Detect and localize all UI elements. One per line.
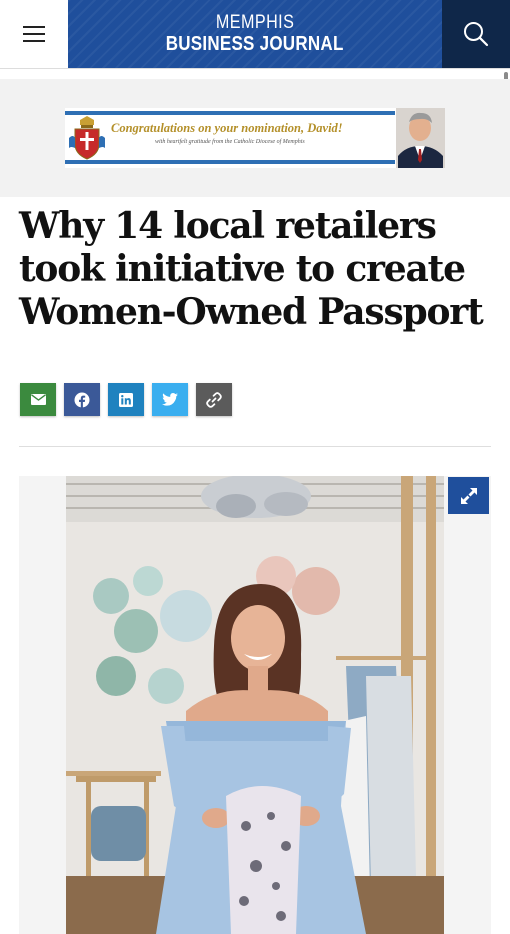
lead-image-container <box>19 476 491 934</box>
twitter-icon <box>162 393 178 406</box>
logo-line-business-journal: BUSINESS JOURNAL <box>166 33 344 55</box>
site-header: MEMPHIS BUSINESS JOURNAL <box>0 0 510 69</box>
ad-banner[interactable]: Congratulations on your nomination, Davi… <box>65 108 445 168</box>
ad-headline: Congratulations on your nomination, Davi… <box>111 121 343 135</box>
facebook-icon <box>74 392 90 408</box>
ad-container: Congratulations on your nomination, Davi… <box>0 79 510 197</box>
content-divider <box>19 446 491 447</box>
ad-subline: with heartfelt gratitude from the Cathol… <box>155 139 305 145</box>
menu-button[interactable] <box>0 0 68 68</box>
expand-image-button[interactable] <box>448 477 489 514</box>
lead-photo-image[interactable] <box>66 476 444 934</box>
share-facebook-button[interactable] <box>64 383 100 416</box>
share-twitter-button[interactable] <box>152 383 188 416</box>
site-logo[interactable]: MEMPHIS BUSINESS JOURNAL <box>68 0 442 68</box>
diocese-seal-icon <box>69 116 105 160</box>
expand-icon <box>460 487 477 504</box>
article-title: Why 14 local retailers took initiative t… <box>19 205 484 333</box>
hamburger-icon <box>23 26 45 42</box>
share-linkedin-button[interactable] <box>108 383 144 416</box>
ad-portrait-image <box>396 108 445 168</box>
search-button[interactable] <box>442 0 510 68</box>
search-icon <box>464 22 489 47</box>
link-icon <box>206 391 222 408</box>
share-copy-link-button[interactable] <box>196 383 232 416</box>
linkedin-icon <box>119 392 133 407</box>
share-email-button[interactable] <box>20 383 56 416</box>
ad-stripe-bottom <box>65 160 395 164</box>
ad-stripe-top <box>65 111 395 115</box>
envelope-icon <box>30 394 46 405</box>
logo-line-memphis: MEMPHIS <box>215 12 295 33</box>
